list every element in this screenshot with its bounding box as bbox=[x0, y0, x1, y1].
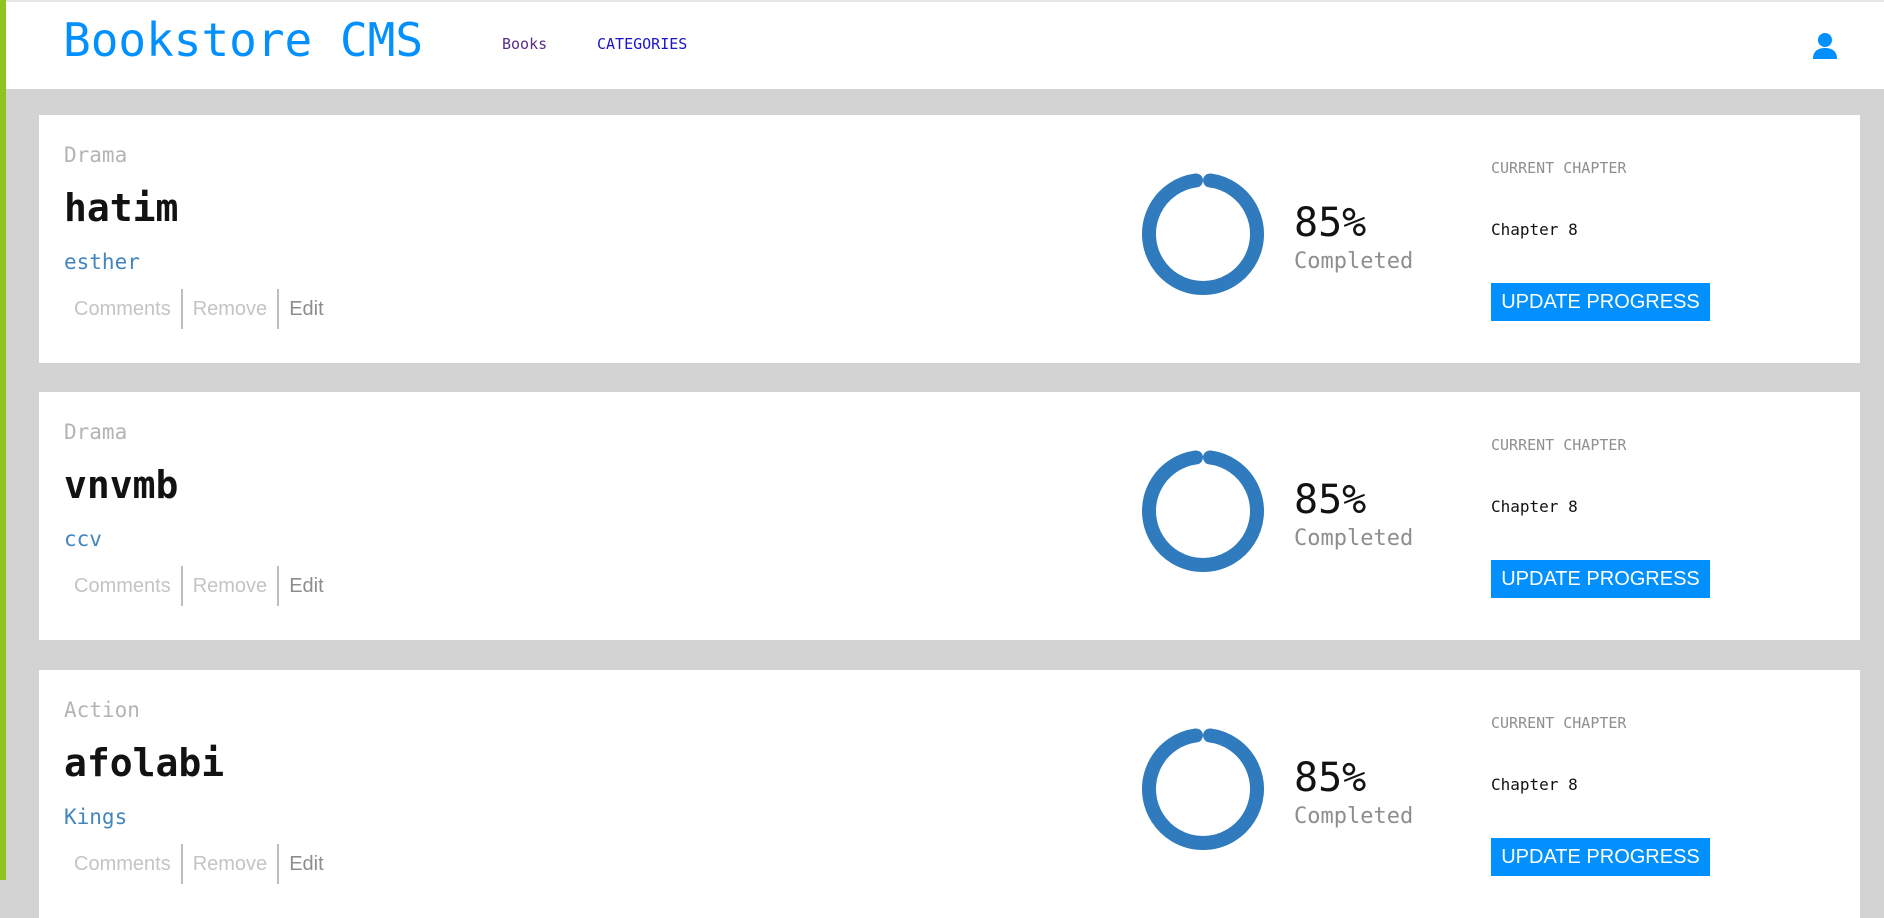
current-chapter-label: CURRENT CHAPTER bbox=[1491, 436, 1627, 454]
book-actions: Comments Remove Edit bbox=[64, 844, 334, 884]
nav-link-books[interactable]: Books bbox=[502, 34, 547, 54]
user-icon[interactable] bbox=[1812, 32, 1838, 60]
progress-percent: 85% bbox=[1294, 755, 1367, 801]
progress-status: Completed bbox=[1294, 804, 1414, 829]
progress-percent: 85% bbox=[1294, 477, 1367, 523]
nav-link-categories[interactable]: CATEGORIES bbox=[597, 34, 687, 54]
remove-button[interactable]: Remove bbox=[183, 289, 277, 329]
edit-button[interactable]: Edit bbox=[279, 844, 333, 884]
current-chapter-value: Chapter 8 bbox=[1491, 497, 1578, 516]
progress-ring bbox=[1142, 173, 1264, 295]
remove-button[interactable]: Remove bbox=[183, 844, 277, 884]
progress-arc bbox=[1142, 173, 1264, 295]
book-category: Drama bbox=[64, 420, 128, 444]
progress-status: Completed bbox=[1294, 526, 1414, 551]
book-author[interactable]: esther bbox=[64, 249, 140, 275]
edit-button[interactable]: Edit bbox=[279, 289, 333, 329]
progress-ring bbox=[1142, 450, 1264, 572]
book-title: afolabi bbox=[64, 741, 225, 785]
remove-button[interactable]: Remove bbox=[183, 566, 277, 606]
update-progress-button[interactable]: UPDATE PROGRESS bbox=[1491, 283, 1710, 321]
brand-logo[interactable]: Bookstore CMS bbox=[63, 12, 423, 68]
progress-arc bbox=[1142, 450, 1264, 572]
app-header: Bookstore CMS Books CATEGORIES bbox=[6, 0, 1884, 89]
comments-button[interactable]: Comments bbox=[64, 566, 181, 606]
book-category: Drama bbox=[64, 143, 128, 167]
progress-ring bbox=[1142, 728, 1264, 850]
book-author[interactable]: ccv bbox=[64, 526, 102, 552]
book-actions: Comments Remove Edit bbox=[64, 289, 334, 329]
left-accent-strip bbox=[0, 0, 6, 880]
current-chapter-value: Chapter 8 bbox=[1491, 220, 1578, 239]
book-actions: Comments Remove Edit bbox=[64, 566, 334, 606]
book-author[interactable]: Kings bbox=[64, 804, 127, 830]
update-progress-button[interactable]: UPDATE PROGRESS bbox=[1491, 838, 1710, 876]
update-progress-button[interactable]: UPDATE PROGRESS bbox=[1491, 560, 1710, 598]
book-card: Drama vnvmb ccv Comments Remove Edit 85%… bbox=[39, 392, 1860, 640]
progress-percent: 85% bbox=[1294, 200, 1367, 246]
comments-button[interactable]: Comments bbox=[64, 844, 181, 884]
progress-arc bbox=[1142, 728, 1264, 850]
book-card: Drama hatim esther Comments Remove Edit … bbox=[39, 115, 1860, 363]
progress-status: Completed bbox=[1294, 249, 1414, 274]
book-title: hatim bbox=[64, 186, 179, 230]
current-chapter-label: CURRENT CHAPTER bbox=[1491, 714, 1627, 732]
book-card: Action afolabi Kings Comments Remove Edi… bbox=[39, 670, 1860, 918]
current-chapter-value: Chapter 8 bbox=[1491, 775, 1578, 794]
comments-button[interactable]: Comments bbox=[64, 289, 181, 329]
book-title: vnvmb bbox=[64, 463, 179, 507]
current-chapter-label: CURRENT CHAPTER bbox=[1491, 159, 1627, 177]
book-category: Action bbox=[64, 698, 140, 722]
edit-button[interactable]: Edit bbox=[279, 566, 333, 606]
